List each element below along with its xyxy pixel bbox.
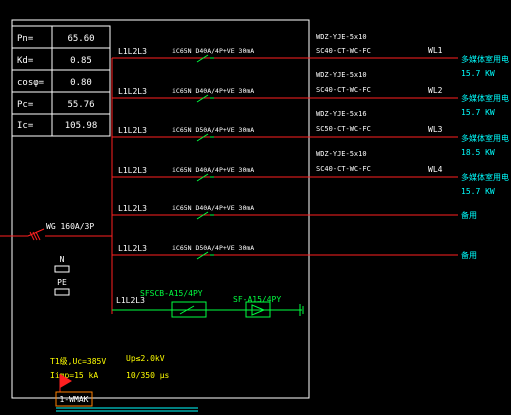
circuit-wl1: L1L2L3 iC65N D40A/4P+VE 30mA WDZ-YJE-5x1… bbox=[112, 33, 509, 78]
incoming-feeder: WG 160A/3P bbox=[0, 222, 112, 241]
param-value-pn: 65.60 bbox=[67, 34, 94, 44]
circuit-phases: L1L2L3 bbox=[118, 166, 147, 175]
param-value-kd: 0.85 bbox=[70, 56, 92, 66]
pe-terminal bbox=[54, 288, 70, 296]
circuit-id: WL3 bbox=[428, 125, 443, 134]
load-power: 15.7 KW bbox=[461, 69, 495, 78]
circuit-cable: WDZ-YJE-5x10 bbox=[316, 33, 367, 41]
circuit-spare-2: L1L2L3 iC65N D50A/4P+VE 30mA 备用 bbox=[112, 244, 477, 260]
circuit-conduit: SC40-CT-WC-FC bbox=[316, 86, 371, 94]
param-label-cosphi: cosφ= bbox=[17, 78, 45, 88]
circuit-phases: L1L2L3 bbox=[118, 244, 147, 253]
param-label-kd: Kd= bbox=[17, 56, 34, 66]
spd-sf-label: SF-A15/4PY bbox=[233, 295, 281, 304]
parameter-table: Pn= 65.60 Kd= 0.85 cosφ= 0.80 Pc= 55.76 … bbox=[11, 25, 111, 137]
load-power: 18.5 KW bbox=[461, 148, 495, 157]
spd-spec-1: T1级,Uc=385V bbox=[50, 356, 106, 366]
spd-spec-2: Iimp=15 kA bbox=[50, 371, 98, 380]
spd-spec-3: Up≤2.0kV bbox=[126, 354, 165, 363]
circuit-spare-1: L1L2L3 iC65N D40A/4P+VE 30mA 备用 bbox=[112, 204, 477, 220]
load-name: 多媒体室用电 bbox=[461, 133, 509, 143]
circuit-id: WL4 bbox=[428, 165, 443, 174]
circuit-breaker: iC65N D40A/4P+VE 30mA bbox=[172, 47, 254, 55]
pe-label: PE bbox=[57, 278, 67, 287]
param-label-ic: Ic= bbox=[17, 121, 34, 131]
param-label-pn: Pn= bbox=[17, 34, 34, 44]
panel-tag-label: 1-WMAK bbox=[60, 395, 89, 404]
panel-frame bbox=[11, 19, 310, 399]
param-value-ic: 105.98 bbox=[65, 121, 98, 131]
circuit-conduit: SC40-CT-WC-FC bbox=[316, 165, 371, 173]
circuit-phases: L1L2L3 bbox=[118, 126, 147, 135]
distribution-diagram: Pn= 65.60 Kd= 0.85 cosφ= 0.80 Pc= 55.76 … bbox=[0, 19, 509, 412]
circuit-phases: L1L2L3 bbox=[118, 87, 147, 96]
circuit-wl3: L1L2L3 iC65N D50A/4P+VE 30mA WDZ-YJE-5x1… bbox=[112, 110, 509, 157]
spd-spec-4: 10/350 μs bbox=[126, 371, 170, 380]
circuit-breaker: iC65N D40A/4P+VE 30mA bbox=[172, 204, 254, 212]
load-power: 15.7 KW bbox=[461, 187, 495, 196]
circuit-breaker: iC65N D50A/4P+VE 30mA bbox=[172, 126, 254, 134]
main-switch-label: WG 160A/3P bbox=[46, 222, 94, 231]
load-name: 备用 bbox=[461, 210, 477, 220]
n-label: N bbox=[60, 255, 65, 264]
param-label-pc: Pc= bbox=[17, 100, 34, 110]
circuit-wl4: L1L2L3 iC65N D40A/4P+VE 30mA WDZ-YJE-5x1… bbox=[112, 150, 509, 196]
circuit-conduit: SC40-CT-WC-FC bbox=[316, 47, 371, 55]
param-value-cosphi: 0.80 bbox=[70, 78, 92, 88]
load-name: 备用 bbox=[461, 250, 477, 260]
circuit-breaker: iC65N D40A/4P+VE 30mA bbox=[172, 166, 254, 174]
spd-sfscb-label: SFSCB-A15/4PY bbox=[140, 289, 203, 298]
load-name: 多媒体室用电 bbox=[461, 54, 509, 64]
circuit-breaker: iC65N D50A/4P+VE 30mA bbox=[172, 244, 254, 252]
circuit-phases: L1L2L3 bbox=[118, 47, 147, 56]
spd-specs: T1级,Uc=385V Iimp=15 kA Up≤2.0kV 10/350 μ… bbox=[50, 354, 170, 380]
neutral-pe-terminals: N PE bbox=[54, 255, 70, 296]
circuit-wl2: L1L2L3 iC65N D40A/4P+VE 30mA WDZ-YJE-5x1… bbox=[112, 71, 509, 117]
circuit-cable: WDZ-YJE-5x10 bbox=[316, 71, 367, 79]
circuit-id: WL2 bbox=[428, 86, 443, 95]
circuit-cable: WDZ-YJE-5x16 bbox=[316, 110, 367, 118]
circuit-conduit: SC50-CT-WC-FC bbox=[316, 125, 371, 133]
circuit-phases: L1L2L3 bbox=[118, 204, 147, 213]
circuit-breaker: iC65N D40A/4P+VE 30mA bbox=[172, 87, 254, 95]
circuit-cable: WDZ-YJE-5x10 bbox=[316, 150, 367, 158]
n-terminal bbox=[54, 265, 70, 273]
load-power: 15.7 KW bbox=[461, 108, 495, 117]
circuit-id: WL1 bbox=[428, 46, 443, 55]
load-name: 多媒体室用电 bbox=[461, 172, 509, 182]
surge-protection: L1L2L3 SFSCB-A15/4PY SF-A15/4PY bbox=[112, 289, 304, 318]
load-name: 多媒体室用电 bbox=[461, 93, 509, 103]
param-value-pc: 55.76 bbox=[67, 100, 94, 110]
